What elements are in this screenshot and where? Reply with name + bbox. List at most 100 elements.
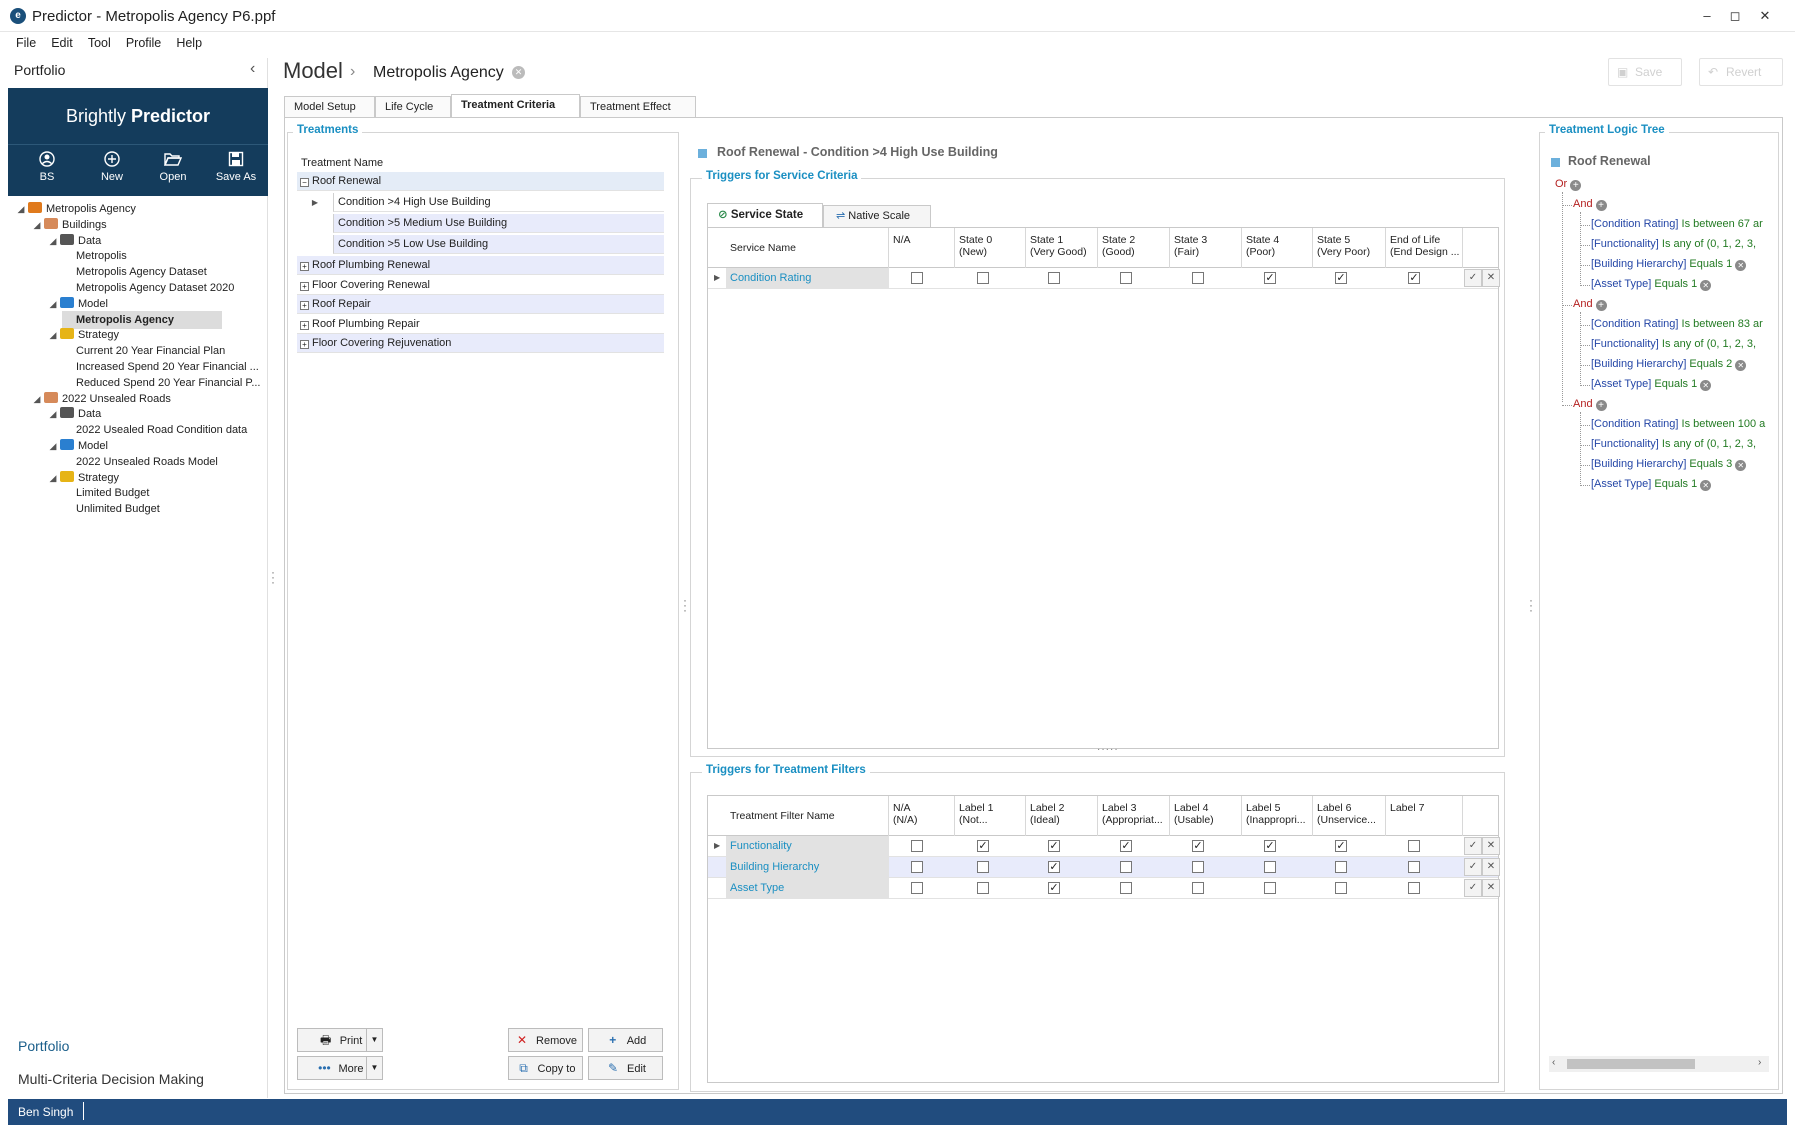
confirm-row-icon[interactable]: ✓ — [1464, 837, 1482, 855]
filter-column-header[interactable]: Label 6 (Unservice... — [1313, 796, 1386, 836]
menu-profile[interactable]: Profile — [120, 32, 167, 54]
checkbox-unchecked[interactable] — [1408, 861, 1420, 873]
condition-node[interactable]: [Building Hierarchy] Equals 2 ✕ — [1591, 358, 1747, 371]
service-column-header[interactable]: State 0 (New) — [955, 228, 1026, 268]
checkbox-checked[interactable]: ✓ — [977, 840, 989, 852]
treatment-group-row[interactable]: − Roof Renewal — [297, 172, 664, 191]
condition-node[interactable]: [Functionality] Is any of (0, 1, 2, 3, — [1591, 338, 1756, 350]
checkbox-checked[interactable]: ✓ — [1264, 840, 1276, 852]
add-condition-icon[interactable]: + — [1595, 200, 1607, 211]
remove-button[interactable]: ✕ Remove — [508, 1028, 583, 1052]
expand-group-icon[interactable]: + — [300, 281, 309, 291]
edit-button[interactable]: ✎ Edit — [588, 1056, 663, 1080]
clear-row-icon[interactable]: ✕ — [1482, 879, 1500, 897]
checkbox-unchecked[interactable] — [1264, 861, 1276, 873]
expand-arrow-icon[interactable]: ◢ — [14, 200, 28, 218]
filter-column-header[interactable]: Label 2 (Ideal) — [1026, 796, 1098, 836]
checkbox-checked[interactable]: ✓ — [1048, 882, 1060, 894]
splitter-left-icon[interactable]: · · · — [682, 594, 688, 616]
checkbox-checked[interactable]: ✓ — [1335, 840, 1347, 852]
tab-model-setup[interactable]: Model Setup — [284, 96, 375, 118]
expand-group-icon[interactable]: + — [300, 320, 309, 330]
add-button[interactable]: + Add — [588, 1028, 663, 1052]
menu-file[interactable]: File — [10, 32, 42, 54]
expand-arrow-icon[interactable]: ◢ — [30, 390, 44, 408]
treatment-child-row[interactable]: Condition >5 Medium Use Building — [333, 214, 664, 233]
filter-row-name[interactable]: Functionality — [726, 836, 889, 856]
condition-node[interactable]: [Functionality] Is any of (0, 1, 2, 3, — [1591, 438, 1756, 450]
checkbox-checked[interactable]: ✓ — [1120, 840, 1132, 852]
menu-tool[interactable]: Tool — [82, 32, 117, 54]
treatment-group-row[interactable]: + Roof Plumbing Repair — [297, 315, 664, 334]
remove-condition-icon[interactable]: ✕ — [1700, 280, 1712, 291]
treatment-group-row[interactable]: + Roof Plumbing Renewal — [297, 256, 664, 275]
collapse-group-icon[interactable]: − — [300, 178, 309, 187]
subtab-native-scale[interactable]: ⇌ Native Scale — [823, 205, 931, 227]
close-button[interactable]: ✕ — [1752, 6, 1778, 26]
new-button[interactable]: New — [82, 151, 142, 183]
condition-node[interactable]: [Condition Rating] Is between 100 a — [1591, 418, 1765, 430]
and-node[interactable]: And + — [1573, 198, 1607, 211]
tab-treatment-criteria[interactable]: Treatment Criteria — [451, 94, 580, 118]
checkbox-checked[interactable]: ✓ — [1048, 840, 1060, 852]
checkbox-checked[interactable]: ✓ — [1192, 840, 1204, 852]
expand-arrow-icon[interactable]: ◢ — [30, 216, 44, 234]
filter-column-header[interactable]: Treatment Filter Name — [726, 796, 889, 836]
menu-help[interactable]: Help — [170, 32, 208, 54]
remove-condition-icon[interactable]: ✕ — [1700, 480, 1712, 491]
remove-condition-icon[interactable]: ✕ — [1735, 260, 1747, 271]
expand-arrow-icon[interactable]: ◢ — [46, 295, 60, 313]
mcdm-nav-link[interactable]: Multi-Criteria Decision Making — [18, 1071, 204, 1087]
checkbox-unchecked[interactable] — [1264, 882, 1276, 894]
confirm-row-icon[interactable]: ✓ — [1464, 858, 1482, 876]
horizontal-splitter-icon[interactable]: ····· — [1097, 744, 1119, 755]
tab-life-cycle[interactable]: Life Cycle — [375, 96, 451, 118]
user-bs-button[interactable]: BS — [17, 151, 77, 183]
tab-treatment-effect[interactable]: Treatment Effect — [580, 96, 696, 118]
checkbox-unchecked[interactable] — [1192, 882, 1204, 894]
checkbox-checked[interactable]: ✓ — [1048, 861, 1060, 873]
scroll-left-icon[interactable]: ‹ — [1552, 1057, 1555, 1068]
filter-column-header[interactable]: Label 7 — [1386, 796, 1463, 836]
scroll-thumb[interactable] — [1567, 1059, 1695, 1069]
more-dropdown-icon[interactable]: ▼ — [366, 1057, 382, 1079]
condition-node[interactable]: [Condition Rating] Is between 83 ar — [1591, 318, 1763, 330]
and-node[interactable]: And + — [1573, 398, 1607, 411]
filter-row-name[interactable]: Asset Type — [726, 878, 889, 898]
expand-arrow-icon[interactable]: ◢ — [46, 232, 60, 250]
panel-splitter-icon[interactable]: · · · — [270, 566, 276, 588]
expand-group-icon[interactable]: + — [300, 301, 309, 310]
add-condition-icon[interactable]: + — [1570, 180, 1582, 191]
subtab-service-state[interactable]: ⊘ Service State — [707, 203, 823, 227]
add-condition-icon[interactable]: + — [1595, 300, 1607, 311]
service-column-header[interactable]: End of Life (End Design ... — [1386, 228, 1463, 268]
clear-row-icon[interactable]: ✕ — [1482, 858, 1500, 876]
revert-button[interactable]: ↶ Revert — [1699, 58, 1783, 86]
checkbox-checked[interactable]: ✓ — [1264, 272, 1276, 284]
checkbox-unchecked[interactable] — [1192, 272, 1204, 284]
print-button[interactable]: 🖶 Print ▼ — [297, 1028, 383, 1052]
maximize-button[interactable]: ◻ — [1722, 6, 1748, 26]
close-model-icon[interactable]: ✕ — [512, 66, 525, 79]
filter-column-header[interactable]: Label 3 (Appropriat... — [1098, 796, 1170, 836]
expand-arrow-icon[interactable]: ◢ — [46, 469, 60, 487]
service-row-name[interactable]: Condition Rating — [726, 268, 889, 288]
service-column-header[interactable]: State 4 (Poor) — [1242, 228, 1313, 268]
service-column-header[interactable]: State 3 (Fair) — [1170, 228, 1242, 268]
condition-node[interactable]: [Asset Type] Equals 1 ✕ — [1591, 478, 1712, 491]
treatment-group-row[interactable]: + Floor Covering Renewal — [297, 276, 664, 295]
service-column-header[interactable]: State 2 (Good) — [1098, 228, 1170, 268]
checkbox-unchecked[interactable] — [1408, 840, 1420, 852]
condition-node[interactable]: [Condition Rating] Is between 67 ar — [1591, 218, 1763, 230]
checkbox-checked[interactable]: ✓ — [1408, 272, 1420, 284]
service-column-header[interactable]: Service Name — [726, 228, 889, 268]
minimize-button[interactable]: – — [1694, 6, 1720, 26]
copy-to-button[interactable]: ⧉ Copy to — [508, 1056, 583, 1080]
scroll-right-icon[interactable]: › — [1758, 1057, 1761, 1068]
filter-column-header[interactable]: Label 1 (Not... — [955, 796, 1026, 836]
splitter-right-icon[interactable]: · · · — [1528, 594, 1534, 616]
and-node[interactable]: And + — [1573, 298, 1607, 311]
remove-condition-icon[interactable]: ✕ — [1735, 360, 1747, 371]
service-column-header[interactable]: State 1 (Very Good) — [1026, 228, 1098, 268]
condition-node[interactable]: [Building Hierarchy] Equals 3 ✕ — [1591, 458, 1747, 471]
